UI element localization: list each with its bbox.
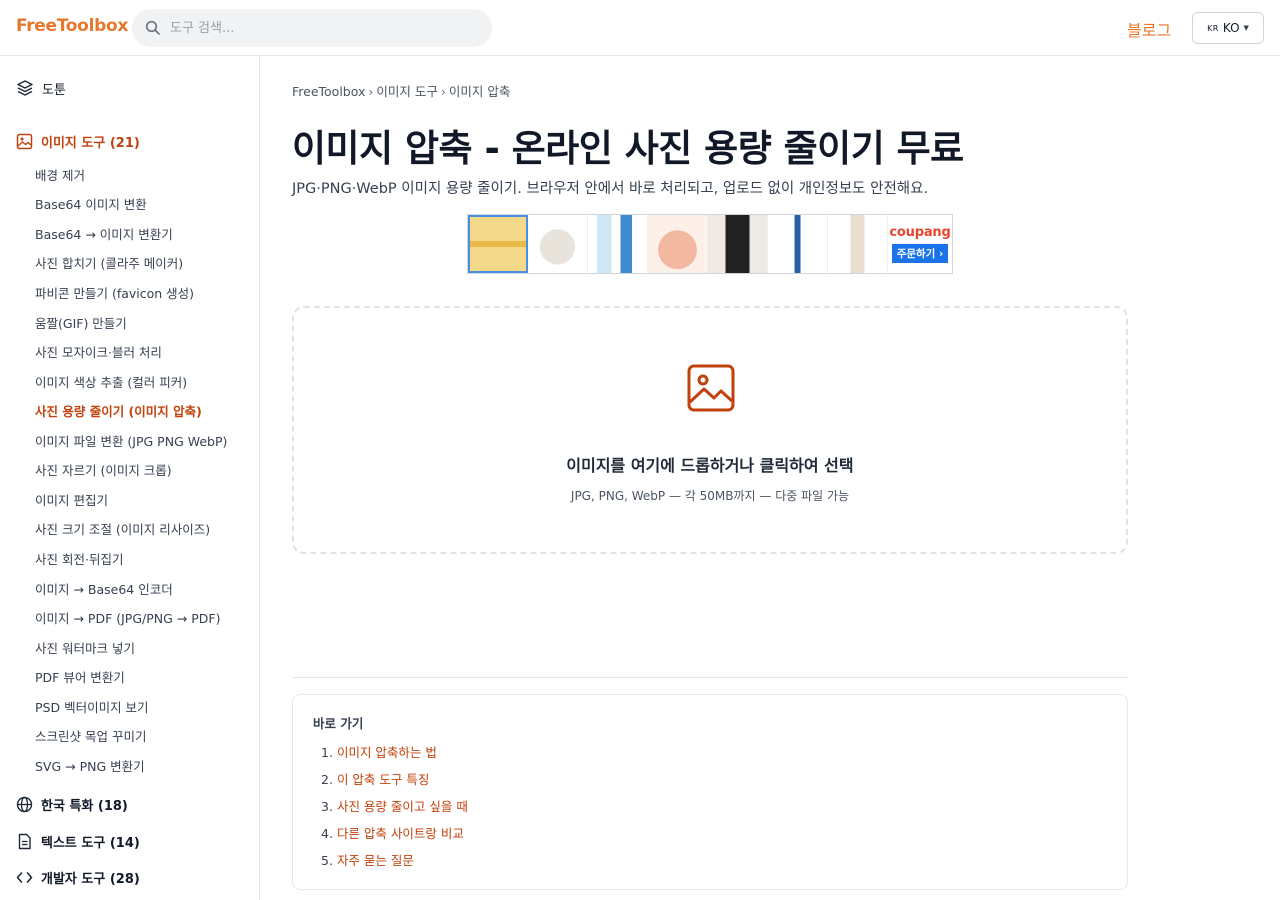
ad-product-image[interactable] <box>708 215 768 273</box>
breadcrumb-item[interactable]: 이미지 도구 <box>376 84 437 99</box>
toc-title: 바로 가기 <box>313 716 364 731</box>
toc-item-label[interactable]: 이 압축 도구 특징 <box>337 772 429 787</box>
sidebar-item[interactable]: 이미지 파일 변환 (JPG PNG WebP) <box>35 431 227 450</box>
divider <box>292 677 1128 678</box>
sidebar-category-image[interactable]: 이미지 도구 (21) <box>16 130 140 152</box>
toc-item-label[interactable]: 이미지 압축하는 법 <box>337 745 437 760</box>
sidebar-category-korea[interactable]: 한국 특화 (18) <box>16 793 128 815</box>
toc-item[interactable]: 4. 다른 압축 사이트랑 비교 <box>321 823 464 842</box>
sidebar-item-label: 도툰 <box>42 82 66 98</box>
sidebar-item[interactable]: PDF 뷰어 변환기 <box>35 667 125 686</box>
sidebar-category-label: 한국 특화 (18) <box>41 798 128 814</box>
sidebar-category-label: 개발자 도구 (28) <box>41 871 140 887</box>
sidebar-item[interactable]: 스크린샷 목업 꾸미기 <box>35 726 146 745</box>
ad-product-image[interactable] <box>768 215 828 273</box>
ad-brand-logo: coupang <box>889 225 951 240</box>
ad-product-image[interactable] <box>588 215 648 273</box>
search-box[interactable] <box>132 9 492 47</box>
sidebar-category-label: 이미지 도구 (21) <box>41 135 140 151</box>
breadcrumb-item-current: 이미지 압축 <box>448 84 511 99</box>
search-icon <box>145 20 160 35</box>
breadcrumb-separator-icon: › <box>368 84 374 99</box>
sidebar-item[interactable]: 사진 회전·뒤집기 <box>35 549 123 568</box>
ad-product-image[interactable] <box>828 215 888 273</box>
kr-flag-icon: KR <box>1207 23 1219 33</box>
ad-product-image[interactable] <box>648 215 708 273</box>
page-title: 이미지 압축 - 온라인 사진 용량 줄이기 무료 <box>292 127 964 170</box>
ad-order-button[interactable]: 주문하기 › <box>891 244 949 263</box>
sidebar-item[interactable]: 사진 합치기 (콜라주 메이커) <box>35 253 183 272</box>
sidebar-item[interactable]: 이미지 → PDF (JPG/PNG → PDF) <box>35 608 220 627</box>
sidebar-category-label: 텍스트 도구 (14) <box>41 835 140 851</box>
top-header: FreeToolbox 블로그 KR KO ▼ <box>0 0 1280 56</box>
site-logo[interactable]: FreeToolbox <box>16 16 128 36</box>
toc-item[interactable]: 5. 자주 묻는 질문 <box>321 850 414 869</box>
sidebar-category-text[interactable]: 텍스트 도구 (14) <box>16 830 140 852</box>
table-of-contents: 바로 가기 1. 이미지 압축하는 법 2. 이 압축 도구 특징 3. 사진 용량 … <box>292 694 1128 890</box>
code-icon <box>16 871 33 883</box>
sidebar-item-active[interactable]: 사진 용량 줄이기 (이미지 압축) <box>35 401 202 420</box>
image-dropzone[interactable]: 이미지를 여기에 드롭하거나 클릭하여 선택 JPG, PNG, WebP — … <box>292 306 1128 554</box>
image-icon <box>16 133 33 149</box>
language-select[interactable]: KR KO ▼ <box>1192 12 1264 44</box>
language-label: KO <box>1222 21 1240 35</box>
sidebar-item[interactable]: 이미지 → Base64 인코더 <box>35 579 173 598</box>
toc-item[interactable]: 2. 이 압축 도구 특징 <box>321 769 429 788</box>
globe-icon <box>16 796 33 812</box>
breadcrumb: FreeToolbox › 이미지 도구 › 이미지 압축 <box>292 81 510 100</box>
sidebar-item[interactable]: 배경 제거 <box>35 165 85 184</box>
ad-product-image[interactable] <box>468 215 528 273</box>
toc-item-label[interactable]: 자주 묻는 질문 <box>337 853 414 868</box>
blog-link[interactable]: 블로그 <box>1127 17 1171 41</box>
sidebar-item[interactable]: 사진 모자이크·블러 처리 <box>35 342 162 361</box>
dropzone-title: 이미지를 여기에 드롭하거나 클릭하여 선택 <box>566 456 854 475</box>
sidebar-item[interactable]: 이미지 편집기 <box>35 490 108 509</box>
dropzone-subtitle: JPG, PNG, WebP — 각 50MB까지 — 다중 파일 가능 <box>570 489 850 503</box>
image-upload-icon <box>687 364 735 412</box>
sidebar-item-top[interactable]: 도툰 <box>16 77 66 99</box>
sidebar-item[interactable]: 이미지 색상 추출 (컬러 피커) <box>35 372 187 391</box>
breadcrumb-item[interactable]: FreeToolbox <box>292 84 365 99</box>
document-icon <box>18 833 31 849</box>
ad-banner[interactable]: coupang 주문하기 › <box>467 214 953 274</box>
sidebar-item[interactable]: Base64 → 이미지 변환기 <box>35 224 173 243</box>
sidebar: 도툰 이미지 도구 (21) 배경 제거 Base64 이미지 변환 Base6… <box>0 56 260 900</box>
search-input[interactable] <box>170 9 470 47</box>
toc-item[interactable]: 1. 이미지 압축하는 법 <box>321 742 437 761</box>
sidebar-item[interactable]: SVG → PNG 변환기 <box>35 756 145 775</box>
page-subtitle: JPG·PNG·WebP 이미지 용량 줄이기. 브라우저 안에서 바로 처리되… <box>292 181 929 197</box>
sidebar-category-dev[interactable]: 개발자 도구 (28) <box>16 866 140 888</box>
caret-down-icon: ▼ <box>1243 24 1249 32</box>
sidebar-item[interactable]: 사진 자르기 (이미지 크롭) <box>35 460 172 479</box>
sidebar-item[interactable]: 사진 크기 조절 (이미지 리사이즈) <box>35 519 210 538</box>
ad-product-image[interactable] <box>528 215 588 273</box>
sidebar-item[interactable]: 사진 워터마크 넣기 <box>35 638 135 657</box>
toc-item-label[interactable]: 사진 용량 줄이고 싶을 때 <box>337 799 468 814</box>
sidebar-item[interactable]: Base64 이미지 변환 <box>35 194 147 213</box>
sidebar-item[interactable]: PSD 벡터이미지 보기 <box>35 697 149 716</box>
toc-item[interactable]: 3. 사진 용량 줄이고 싶을 때 <box>321 796 468 815</box>
breadcrumb-separator-icon: › <box>440 84 446 99</box>
layers-icon <box>17 80 33 96</box>
sidebar-item[interactable]: 움짤(GIF) 만들기 <box>35 313 127 332</box>
toc-item-label[interactable]: 다른 압축 사이트랑 비교 <box>337 826 464 841</box>
ad-brand[interactable]: coupang 주문하기 › <box>888 215 952 273</box>
sidebar-item[interactable]: 파비콘 만들기 (favicon 생성) <box>35 283 194 302</box>
